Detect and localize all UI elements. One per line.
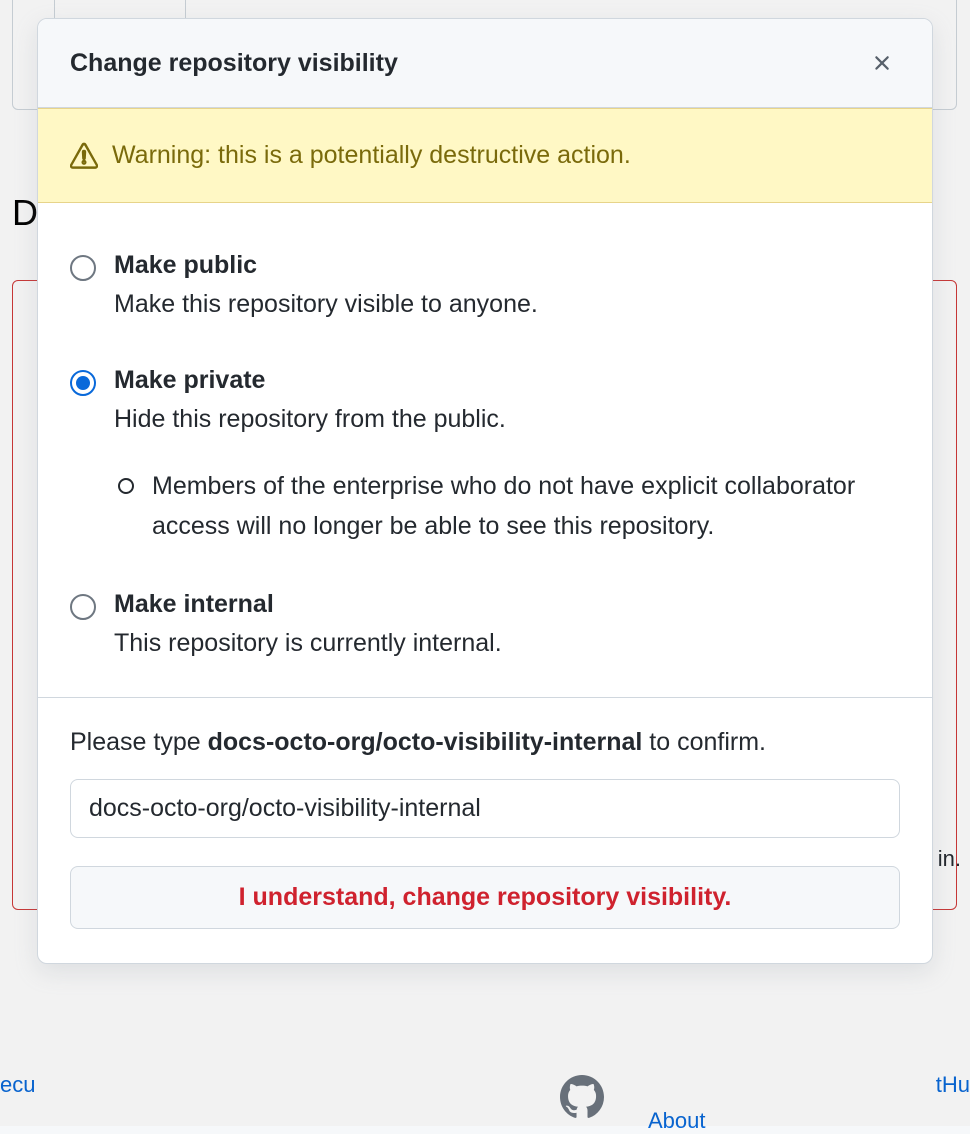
option-private[interactable]: Make private Hide this repository from t… [70,366,900,545]
warning-banner: Warning: this is a potentially destructi… [38,108,932,203]
close-button[interactable] [864,45,900,81]
radio-public[interactable] [70,255,96,281]
radio-internal[interactable] [70,594,96,620]
confirm-section: Please type docs-octo-org/octo-visibilit… [38,697,932,963]
option-public-desc: Make this repository visible to anyone. [114,286,900,322]
option-internal[interactable]: Make internal This repository is current… [70,590,900,661]
option-internal-title: Make internal [114,590,900,619]
option-public[interactable]: Make public Make this repository visible… [70,251,900,322]
confirm-suffix: to confirm. [642,728,766,756]
confirm-prefix: Please type [70,728,208,756]
dialog-title: Change repository visibility [70,49,398,78]
option-private-note: Members of the enterprise who do not hav… [152,466,900,546]
close-icon [870,51,894,75]
option-internal-desc: This repository is currently internal. [114,625,900,661]
confirm-button[interactable]: I understand, change repository visibili… [70,866,900,929]
option-public-body: Make public Make this repository visible… [114,251,900,322]
warning-icon [70,142,98,170]
change-visibility-dialog: Change repository visibility Warning: th… [37,18,933,964]
warning-text: Warning: this is a potentially destructi… [112,141,631,170]
option-internal-body: Make internal This repository is current… [114,590,900,661]
confirm-repo-name: docs-octo-org/octo-visibility-internal [208,728,643,756]
option-private-body: Make private Hide this repository from t… [114,366,900,545]
confirm-label: Please type docs-octo-org/octo-visibilit… [70,728,900,757]
option-private-title: Make private [114,366,900,395]
option-private-notes: Members of the enterprise who do not hav… [114,466,900,546]
option-private-desc: Hide this repository from the public. [114,401,900,437]
visibility-options: Make public Make this repository visible… [38,203,932,697]
dialog-header: Change repository visibility [38,19,932,108]
option-public-title: Make public [114,251,900,280]
radio-private[interactable] [70,370,96,396]
confirm-input[interactable] [70,779,900,838]
